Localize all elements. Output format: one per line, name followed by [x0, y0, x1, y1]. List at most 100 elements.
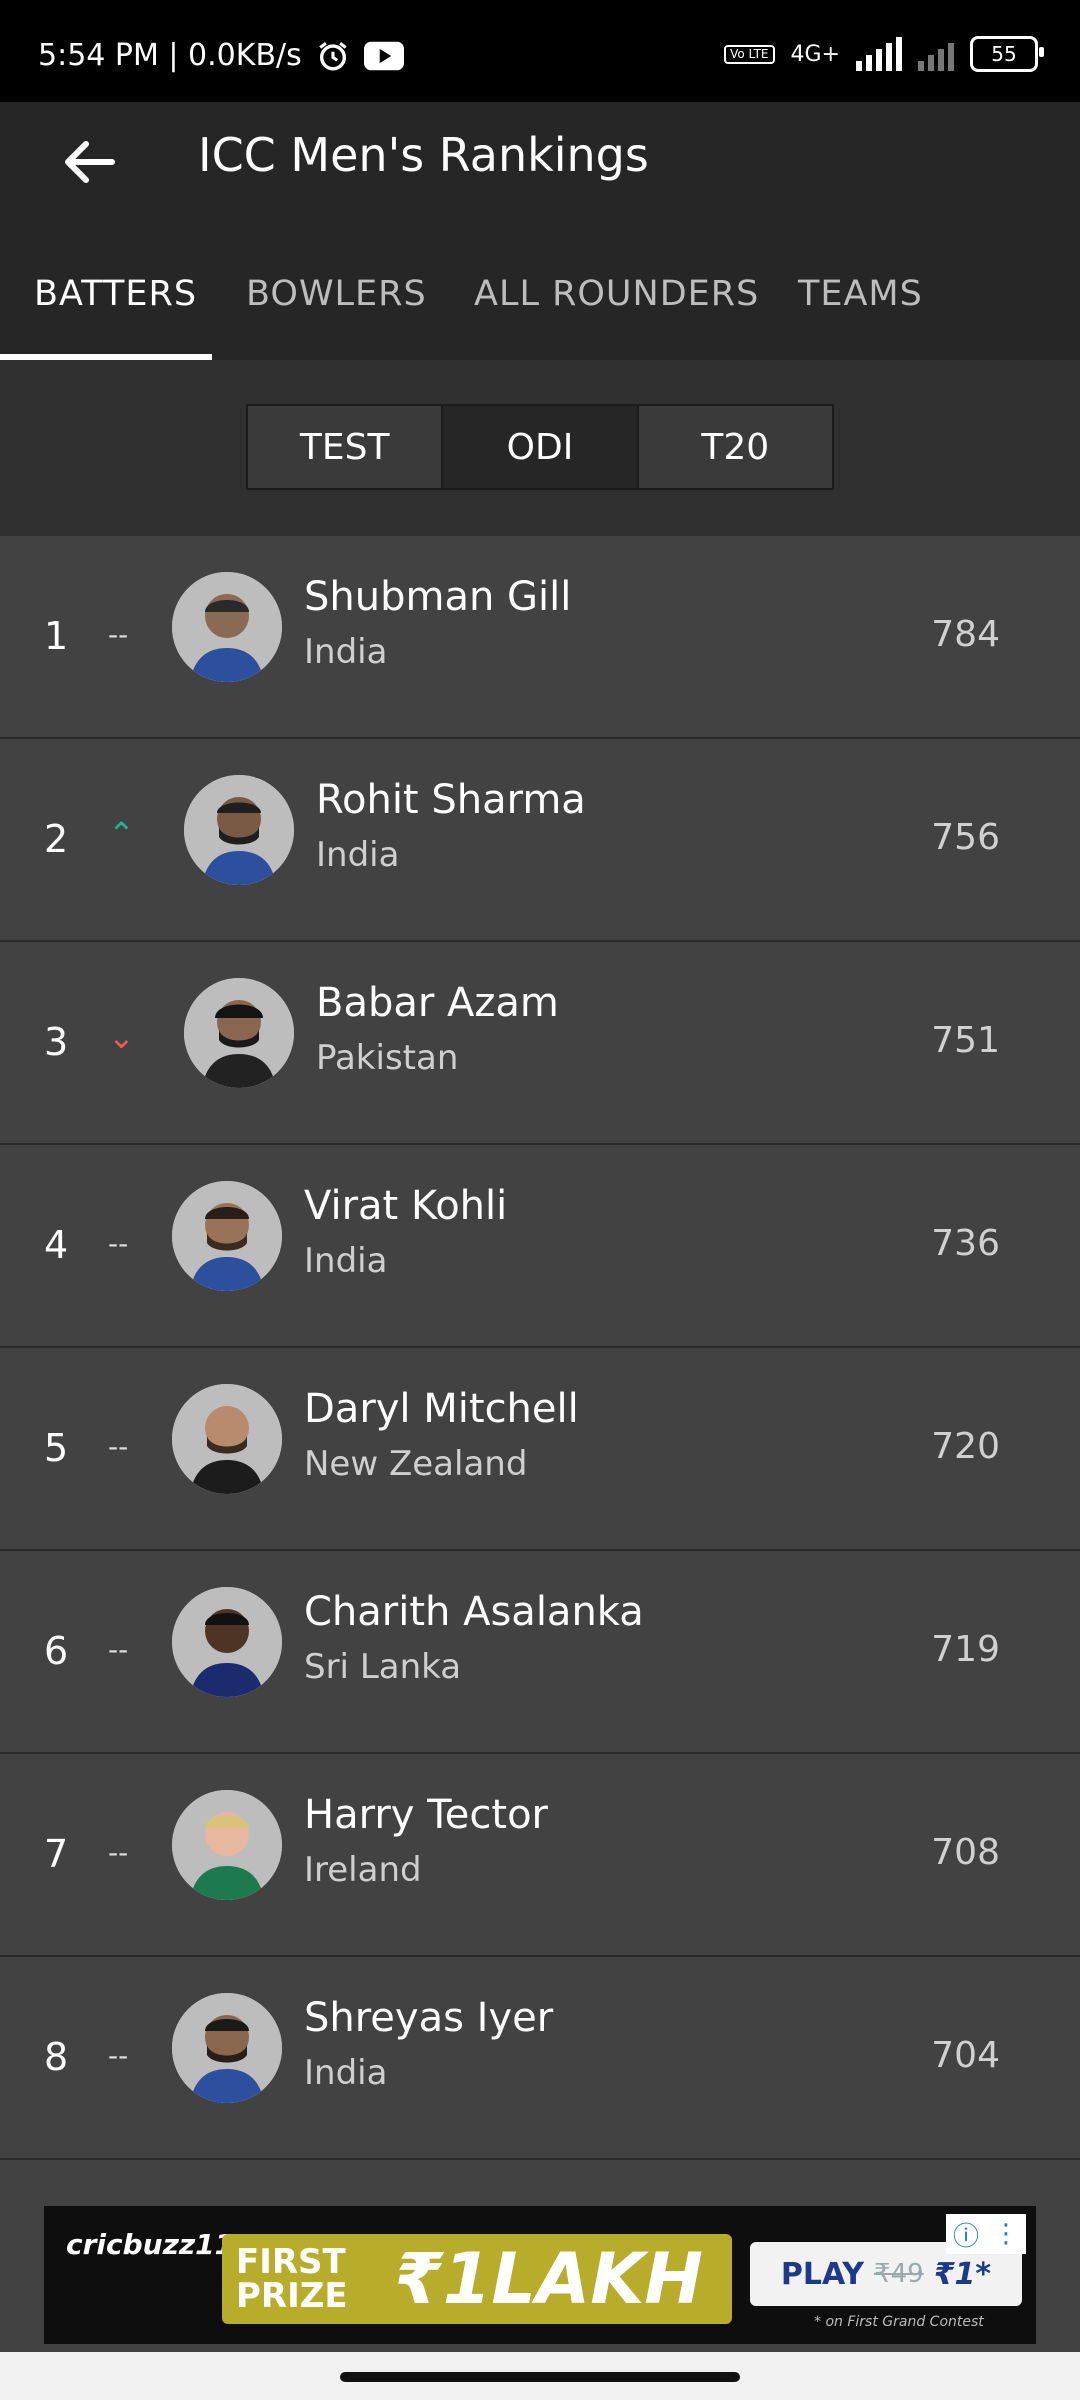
rank-number: 2: [44, 817, 69, 861]
signal-no-service-icon: [918, 37, 954, 71]
signal-icon: [856, 37, 902, 71]
rank-number: 3: [44, 1020, 69, 1064]
avatar: [172, 572, 282, 682]
tab-bowlers[interactable]: BOWLERS: [246, 274, 427, 314]
player-rating: 736: [931, 1223, 1000, 1264]
alarm-clock-icon: [319, 41, 347, 70]
player-rating: 719: [931, 1629, 1000, 1670]
player-avatar-icon: [172, 1181, 282, 1291]
player-avatar-icon: [172, 1790, 282, 1900]
tab-all-rounders[interactable]: ALL ROUNDERS: [474, 274, 759, 314]
trend-indicator: --: [108, 1836, 129, 1869]
player-name: Rohit Sharma: [316, 777, 586, 823]
player-country: India: [304, 632, 388, 672]
player-country: Pakistan: [316, 1038, 459, 1078]
player-name: Charith Asalanka: [304, 1589, 644, 1635]
player-country: Sri Lanka: [304, 1647, 462, 1687]
ranking-row[interactable]: 2 ⌃ Rohit Sharma India 756: [0, 739, 1080, 942]
app-bar: ICC Men's Rankings BATTERS BOWLERS ALL R…: [0, 102, 1080, 360]
ad-choices[interactable]: ⓘ ⋮: [946, 2214, 1026, 2254]
format-segmented-control: TEST ODI T20: [246, 404, 834, 490]
player-rating: 784: [931, 614, 1000, 655]
ranking-row[interactable]: 4 -- Virat Kohli India 736: [0, 1145, 1080, 1348]
player-avatar-icon: [184, 775, 294, 885]
player-country: India: [304, 1241, 388, 1281]
trend-indicator: --: [108, 1633, 129, 1666]
player-rating: 704: [931, 2035, 1000, 2076]
ad-note: * on First Grand Contest: [814, 2314, 984, 2330]
trend-indicator: --: [108, 1227, 129, 1260]
ranking-tabs: BATTERS BOWLERS ALL ROUNDERS TEAMS: [0, 252, 1080, 360]
player-rating: 708: [931, 1832, 1000, 1873]
volte-badge: Vo LTE: [724, 44, 775, 64]
rank-number: 8: [44, 2035, 69, 2079]
status-left: 5:54 PM | 0.0KB/s: [38, 38, 404, 73]
player-name: Shubman Gill: [304, 574, 572, 620]
player-country: New Zealand: [304, 1444, 528, 1484]
format-t20-button[interactable]: T20: [638, 406, 832, 488]
trend-indicator: --: [108, 2039, 129, 2072]
rank-number: 6: [44, 1629, 69, 1673]
ranking-row[interactable]: 7 -- Harry Tector Ireland 708: [0, 1754, 1080, 1957]
ad-play-label: PLAY: [780, 2256, 865, 2292]
player-name: Virat Kohli: [304, 1183, 508, 1229]
rank-number: 4: [44, 1223, 69, 1267]
ad-logo: cricbuzz11: [66, 2228, 235, 2261]
rank-number: 1: [44, 614, 69, 658]
ad-old-price: ₹49: [874, 2259, 924, 2289]
youtube-icon: [363, 41, 404, 70]
page-title: ICC Men's Rankings: [198, 128, 649, 182]
battery-icon: 55: [970, 36, 1044, 72]
ad-prize-box: FIRST PRIZE ₹1LAKH: [222, 2234, 732, 2324]
player-avatar-icon: [172, 1384, 282, 1494]
format-odi-button[interactable]: ODI: [443, 406, 639, 488]
rank-number: 5: [44, 1426, 69, 1470]
avatar: [172, 1384, 282, 1494]
avatar: [172, 1993, 282, 2103]
tab-teams[interactable]: TEAMS: [798, 274, 923, 314]
avatar: [172, 1587, 282, 1697]
trend-indicator: --: [108, 618, 129, 651]
player-country: Ireland: [304, 1850, 422, 1890]
player-name: Shreyas Iyer: [304, 1995, 554, 2041]
battery-level: 55: [991, 42, 1017, 66]
network-type: 4G+: [790, 41, 840, 67]
arrow-left-icon: [65, 141, 115, 183]
info-icon[interactable]: ⓘ: [953, 2216, 979, 2253]
player-country: India: [316, 835, 400, 875]
ad-new-price: ₹1*: [933, 2256, 992, 2292]
rankings-list: 1 -- Shubman Gill India 784 2 ⌃ Rohit Sh…: [0, 536, 1080, 2363]
home-indicator[interactable]: [340, 2372, 740, 2382]
player-country: India: [304, 2053, 388, 2093]
status-bar: 5:54 PM | 0.0KB/s Vo LTE 4G+ 55: [0, 0, 1080, 102]
back-button[interactable]: [50, 122, 130, 202]
trend-indicator: --: [108, 1430, 129, 1463]
player-name: Harry Tector: [304, 1792, 549, 1838]
status-right: Vo LTE 4G+ 55: [724, 36, 1044, 72]
tab-batters[interactable]: BATTERS: [34, 274, 197, 314]
avatar: [172, 1790, 282, 1900]
format-selector-area: TEST ODI T20: [0, 360, 1080, 536]
more-vert-icon[interactable]: ⋮: [993, 2219, 1019, 2249]
avatar: [172, 1181, 282, 1291]
player-name: Babar Azam: [316, 980, 559, 1026]
status-time: 5:54 PM | 0.0KB/s: [38, 38, 302, 73]
rank-number: 7: [44, 1832, 69, 1876]
ad-banner[interactable]: cricbuzz11 FIRST PRIZE ₹1LAKH PLAY ₹49 ₹…: [44, 2206, 1036, 2344]
avatar: [184, 978, 294, 1088]
avatar: [184, 775, 294, 885]
ad-first-prize: FIRST PRIZE: [236, 2242, 348, 2316]
ranking-row[interactable]: 8 -- Shreyas Iyer India 704: [0, 1957, 1080, 2160]
player-rating: 756: [931, 817, 1000, 858]
ad-amount: ₹1LAKH: [394, 2238, 704, 2320]
player-avatar-icon: [172, 1587, 282, 1697]
ranking-row[interactable]: 6 -- Charith Asalanka Sri Lanka 719: [0, 1551, 1080, 1754]
ranking-row[interactable]: 5 -- Daryl Mitchell New Zealand 720: [0, 1348, 1080, 1551]
format-test-button[interactable]: TEST: [248, 406, 444, 488]
ranking-row[interactable]: 1 -- Shubman Gill India 784: [0, 536, 1080, 739]
player-rating: 751: [931, 1020, 1000, 1061]
player-avatar-icon: [172, 572, 282, 682]
player-name: Daryl Mitchell: [304, 1386, 579, 1432]
ranking-row[interactable]: 3 ⌄ Babar Azam Pakistan 751: [0, 942, 1080, 1145]
trend-up-icon: ⌃: [108, 815, 135, 853]
